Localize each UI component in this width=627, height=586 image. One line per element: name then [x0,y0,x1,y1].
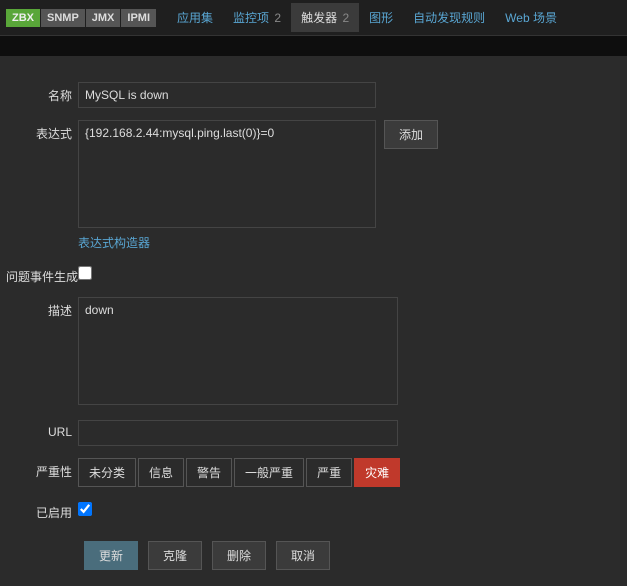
label-expression: 表达式 [16,120,78,142]
cancel-button[interactable]: 取消 [276,541,330,570]
label-description: 描述 [16,297,78,319]
proto-ipmi: IPMI [121,9,156,27]
problem-generation-checkbox[interactable] [78,266,92,280]
tab-items[interactable]: 监控项 2 [223,3,291,32]
proto-jmx: JMX [86,9,121,27]
label-problem-gen: 问题事件生成 [6,263,78,285]
name-input[interactable] [78,82,376,108]
update-button[interactable]: 更新 [84,541,138,570]
top-toolbar: ZBX SNMP JMX IPMI 应用集 监控项 2 触发器 2 图形 自动发… [0,0,627,36]
clone-button[interactable]: 克隆 [148,541,202,570]
severity-information[interactable]: 信息 [138,458,184,487]
severity-warning[interactable]: 警告 [186,458,232,487]
severity-disaster[interactable]: 灾难 [354,458,400,487]
description-textarea[interactable] [78,297,398,405]
action-buttons: 更新 克隆 删除 取消 [84,541,611,570]
add-expression-button[interactable]: 添加 [384,120,438,149]
trigger-form: 名称 表达式 添加 表达式构造器 问题事件生成 描述 URL [0,56,627,586]
severity-average[interactable]: 一般严重 [234,458,304,487]
label-severity: 严重性 [16,458,78,480]
tab-triggers[interactable]: 触发器 2 [291,3,359,32]
tab-discovery[interactable]: 自动发现规则 [403,3,495,32]
url-input[interactable] [78,420,398,446]
enabled-checkbox[interactable] [78,502,92,516]
proto-zbx: ZBX [6,9,40,27]
severity-not-classified[interactable]: 未分类 [78,458,136,487]
proto-snmp: SNMP [41,9,85,27]
delete-button[interactable]: 删除 [212,541,266,570]
label-enabled: 已启用 [16,499,78,521]
tab-web-scenarios[interactable]: Web 场景 [495,3,567,32]
label-name: 名称 [16,82,78,104]
severity-selector: 未分类 信息 警告 一般严重 严重 灾难 [78,458,402,487]
tab-applications[interactable]: 应用集 [167,3,223,32]
expression-textarea[interactable] [78,120,376,228]
expression-constructor-link[interactable]: 表达式构造器 [78,234,150,251]
severity-high[interactable]: 严重 [306,458,352,487]
tab-graphs[interactable]: 图形 [359,3,403,32]
nav-tabs: 应用集 监控项 2 触发器 2 图形 自动发现规则 Web 场景 [167,3,567,32]
protocol-indicators: ZBX SNMP JMX IPMI [6,9,157,27]
label-url: URL [16,420,78,439]
